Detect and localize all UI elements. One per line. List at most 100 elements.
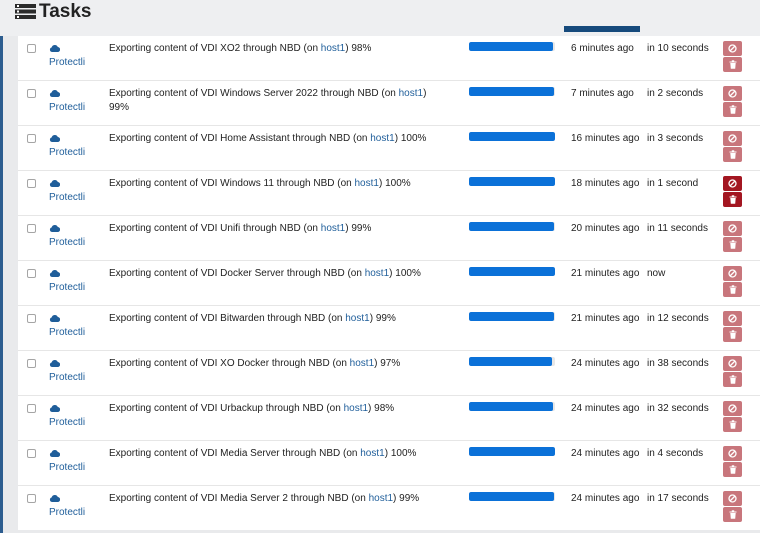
task-select-checkbox[interactable]	[27, 269, 36, 278]
pool-link[interactable]: Protectli	[49, 192, 85, 203]
task-created-time: 6 minutes ago	[571, 43, 634, 54]
tasks-table: Protectli Exporting content of VDI XO2 t…	[18, 36, 760, 530]
task-progress-bar	[469, 357, 555, 366]
trash-icon	[729, 150, 736, 159]
pool-link[interactable]: Protectli	[49, 102, 85, 113]
pool-link[interactable]: Protectli	[49, 327, 85, 338]
task-progress-fill	[469, 177, 555, 186]
task-select-checkbox[interactable]	[27, 449, 36, 458]
task-select-checkbox[interactable]	[27, 494, 36, 503]
task-description-text: Exporting content of VDI Media Server 2 …	[109, 493, 369, 504]
task-created-time: 24 minutes ago	[571, 358, 640, 369]
task-progress-text: ) 99%	[345, 223, 372, 234]
task-progress-fill	[469, 42, 554, 51]
task-select-checkbox[interactable]	[27, 89, 36, 98]
cancel-task-button[interactable]	[723, 131, 742, 146]
cloud-icon	[49, 359, 60, 367]
delete-task-button[interactable]	[723, 282, 742, 297]
delete-task-button[interactable]	[723, 147, 742, 162]
pool-link[interactable]: Protectli	[49, 147, 85, 158]
delete-task-button[interactable]	[723, 237, 742, 252]
host-link[interactable]: host1	[345, 313, 369, 324]
task-created-time: 18 minutes ago	[571, 178, 640, 189]
trash-icon	[729, 375, 736, 384]
task-row: Protectli Exporting content of VDI Home …	[18, 126, 760, 171]
cancel-task-button[interactable]	[723, 221, 742, 236]
task-progress-fill	[469, 312, 555, 321]
delete-task-button[interactable]	[723, 462, 742, 477]
task-created-time: 24 minutes ago	[571, 448, 640, 459]
task-select-checkbox[interactable]	[27, 224, 36, 233]
task-select-checkbox[interactable]	[27, 179, 36, 188]
host-link[interactable]: host1	[321, 223, 345, 234]
task-description-text: Exporting content of VDI Docker Server t…	[109, 268, 365, 279]
task-eta: in 38 seconds	[647, 358, 709, 369]
task-progress-fill	[469, 222, 555, 231]
task-progress-text: ) 100%	[394, 133, 427, 144]
task-progress-bar	[469, 177, 555, 186]
task-description-text: Exporting content of VDI Windows 11 thro…	[109, 178, 355, 189]
task-select-checkbox[interactable]	[27, 404, 36, 413]
task-description: Exporting content of VDI Windows Server …	[109, 87, 449, 115]
pool-link[interactable]: Protectli	[49, 372, 85, 383]
trash-icon	[729, 60, 736, 69]
task-description: Exporting content of VDI Unifi through N…	[109, 222, 449, 236]
page-header: Tasks	[0, 0, 760, 36]
pool-link[interactable]: Protectli	[49, 417, 85, 428]
task-description: Exporting content of VDI Docker Server t…	[109, 267, 449, 281]
cancel-icon	[728, 179, 737, 188]
pool-link[interactable]: Protectli	[49, 462, 85, 473]
cancel-task-button[interactable]	[723, 491, 742, 506]
task-created-time: 21 minutes ago	[571, 313, 640, 324]
host-link[interactable]: host1	[360, 448, 384, 459]
cancel-task-button[interactable]	[723, 86, 742, 101]
task-progress-fill	[469, 132, 555, 141]
cancel-task-button[interactable]	[723, 401, 742, 416]
task-progress-fill	[469, 267, 555, 276]
task-select-checkbox[interactable]	[27, 314, 36, 323]
host-link[interactable]: host1	[369, 493, 393, 504]
task-select-checkbox[interactable]	[27, 359, 36, 368]
trash-icon	[729, 330, 736, 339]
pool-link[interactable]: Protectli	[49, 507, 85, 518]
host-link[interactable]: host1	[355, 178, 379, 189]
delete-task-button[interactable]	[723, 372, 742, 387]
task-description: Exporting content of VDI Media Server th…	[109, 447, 449, 461]
cancel-task-button[interactable]	[723, 176, 742, 191]
pool-link[interactable]: Protectli	[49, 282, 85, 293]
task-row: Protectli Exporting content of VDI Media…	[18, 486, 760, 531]
host-link[interactable]: host1	[399, 88, 423, 99]
task-description: Exporting content of VDI Home Assistant …	[109, 132, 449, 146]
delete-task-button[interactable]	[723, 327, 742, 342]
pool-link[interactable]: Protectli	[49, 237, 85, 248]
cancel-task-button[interactable]	[723, 311, 742, 326]
delete-task-button[interactable]	[723, 507, 742, 522]
delete-task-button[interactable]	[723, 57, 742, 72]
cancel-task-button[interactable]	[723, 266, 742, 281]
task-description: Exporting content of VDI XO Docker throu…	[109, 357, 449, 371]
cancel-task-button[interactable]	[723, 41, 742, 56]
cancel-task-button[interactable]	[723, 446, 742, 461]
delete-task-button[interactable]	[723, 417, 742, 432]
task-progress-fill	[469, 357, 553, 366]
delete-task-button[interactable]	[723, 192, 742, 207]
host-link[interactable]: host1	[344, 403, 368, 414]
task-progress-bar	[469, 222, 555, 231]
host-link[interactable]: host1	[365, 268, 389, 279]
host-link[interactable]: host1	[350, 358, 374, 369]
column-header-indicator	[564, 26, 640, 32]
task-select-checkbox[interactable]	[27, 44, 36, 53]
task-description: Exporting content of VDI Windows 11 thro…	[109, 177, 449, 191]
task-progress-text: ) 100%	[384, 448, 417, 459]
cancel-icon	[728, 449, 737, 458]
delete-task-button[interactable]	[723, 102, 742, 117]
task-progress-text: ) 98%	[345, 43, 372, 54]
cancel-icon	[728, 359, 737, 368]
pool-link[interactable]: Protectli	[49, 57, 85, 68]
cloud-icon	[49, 494, 60, 502]
task-select-checkbox[interactable]	[27, 134, 36, 143]
task-eta: in 2 seconds	[647, 88, 704, 99]
cancel-task-button[interactable]	[723, 356, 742, 371]
host-link[interactable]: host1	[321, 43, 345, 54]
host-link[interactable]: host1	[370, 133, 394, 144]
